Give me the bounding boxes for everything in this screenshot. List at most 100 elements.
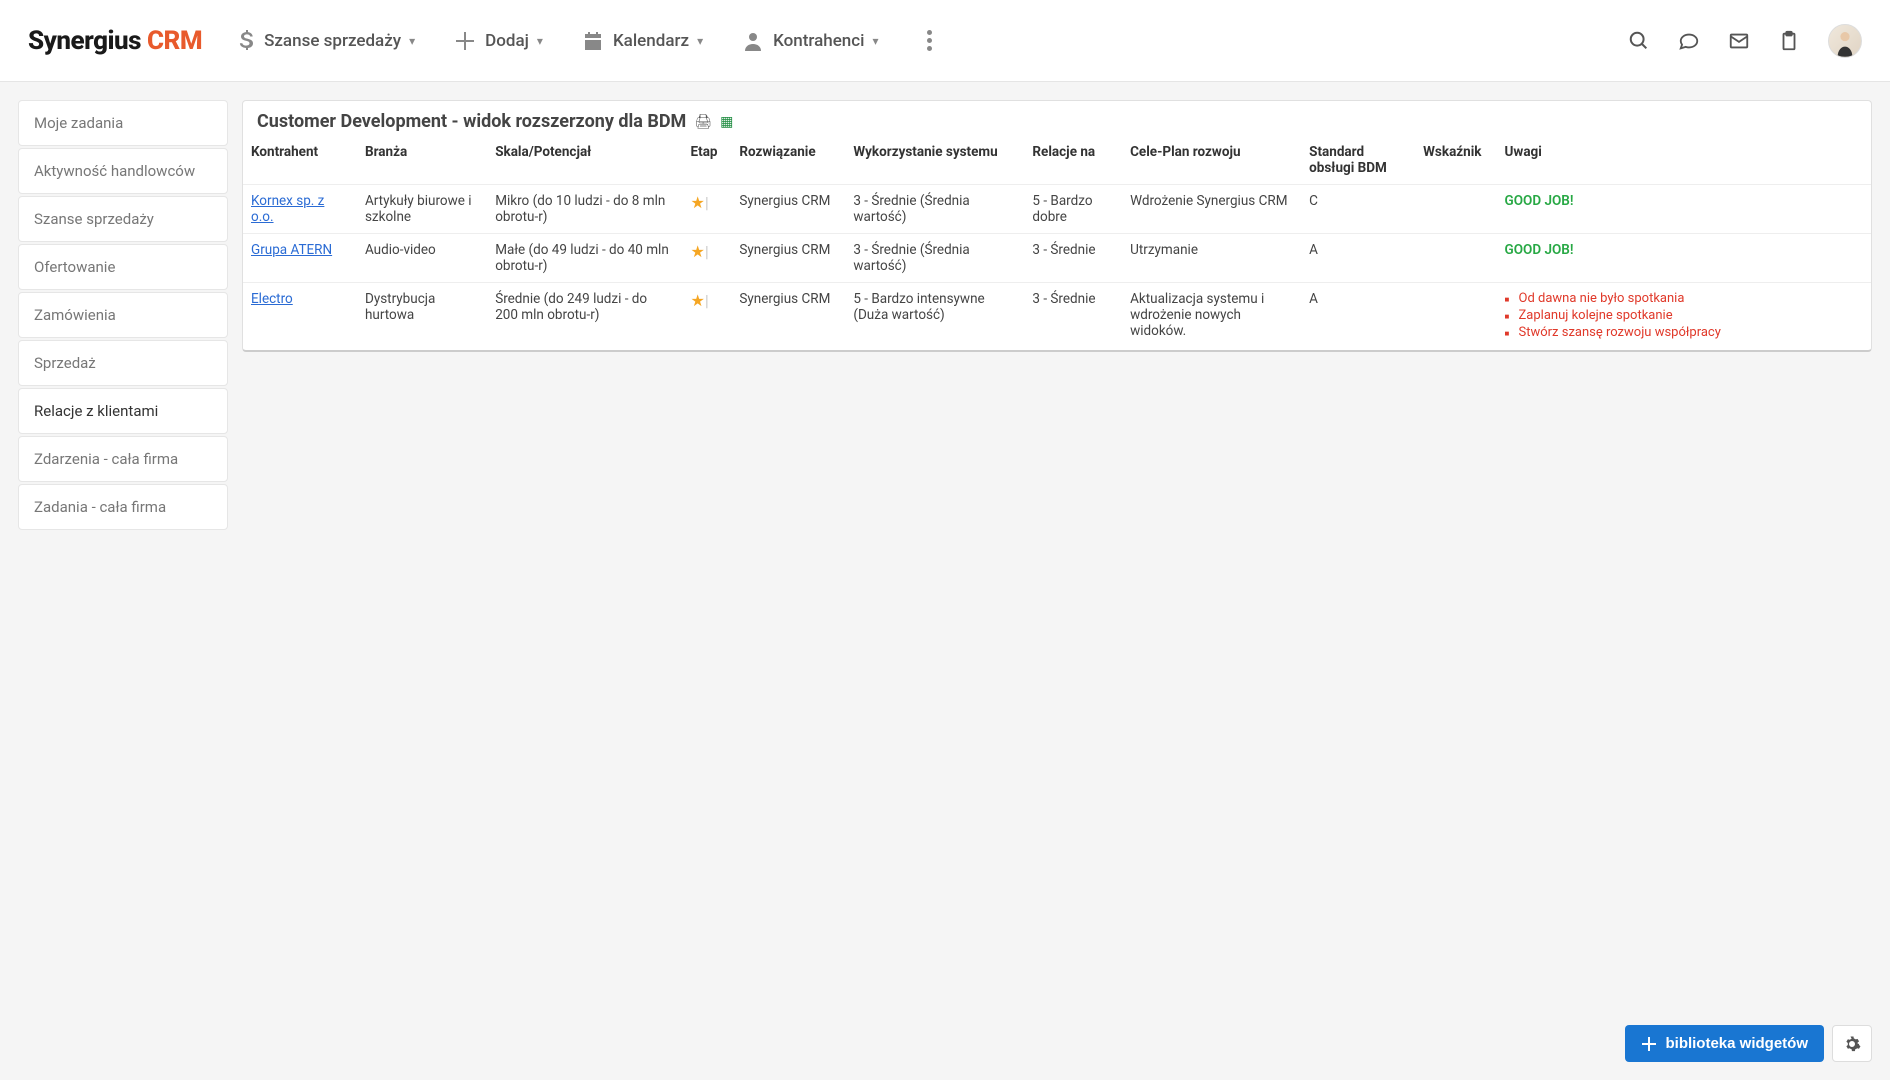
brand-suffix: CRM: [147, 26, 202, 56]
dollar-icon: [238, 30, 254, 52]
nav-label: Kalendarz: [613, 31, 689, 51]
search-icon[interactable]: [1628, 30, 1650, 52]
print-icon[interactable]: 🖨: [694, 114, 712, 130]
nav-kontrahenci[interactable]: Kontrahenci ▾: [743, 31, 878, 51]
table-row: ElectroDystrybucja hurtowaŚrednie (do 24…: [243, 283, 1871, 351]
remark-item: Stwórz szansę rozwoju współpracy: [1505, 325, 1862, 340]
cell-uwagi: GOOD JOB!: [1497, 234, 1872, 283]
cell-cele: Wdrożenie Synergius CRM: [1122, 185, 1301, 234]
widget-library-button[interactable]: biblioteka widgetów: [1625, 1025, 1824, 1062]
good-job-label: GOOD JOB!: [1505, 242, 1574, 258]
remark-item: Zaplanuj kolejne spotkanie: [1505, 308, 1862, 323]
nav-kalendarz[interactable]: Kalendarz ▾: [583, 31, 703, 51]
cell-cele: Utrzymanie: [1122, 234, 1301, 283]
col-branza[interactable]: Branża: [357, 136, 487, 185]
sidebar-item-szanse[interactable]: Szanse sprzedaży: [18, 196, 228, 242]
cell-etap: ★|: [683, 234, 732, 283]
col-wskaznik[interactable]: Wskaźnik: [1415, 136, 1496, 185]
cell-rozwiazanie: Synergius CRM: [731, 283, 845, 351]
cell-wykorzystanie: 3 - Średnie (Średnia wartość): [845, 234, 1024, 283]
col-uwagi[interactable]: Uwagi: [1497, 136, 1872, 185]
cell-etap: ★|: [683, 283, 732, 351]
clipboard-icon[interactable]: [1778, 30, 1800, 52]
table-header-row: Kontrahent Branża Skala/Potencjał Etap R…: [243, 136, 1871, 185]
good-job-label: GOOD JOB!: [1505, 193, 1574, 209]
sidebar-item-ofertowanie[interactable]: Ofertowanie: [18, 244, 228, 290]
cell-relacje: 5 - Bardzo dobre: [1024, 185, 1122, 234]
cell-skala: Średnie (do 249 ludzi - do 200 mln obrot…: [487, 283, 682, 351]
cell-wskaznik: [1415, 185, 1496, 234]
sidebar-item-zamowienia[interactable]: Zamówienia: [18, 292, 228, 338]
sidebar-item-relacje[interactable]: Relacje z klientami: [18, 388, 228, 434]
person-icon: [743, 31, 763, 51]
cell-standard: A: [1301, 234, 1415, 283]
data-table: Kontrahent Branża Skala/Potencjał Etap R…: [243, 136, 1871, 350]
cell-wykorzystanie: 3 - Średnie (Średnia wartość): [845, 185, 1024, 234]
cell-rozwiazanie: Synergius CRM: [731, 234, 845, 283]
nav-label: Kontrahenci: [773, 31, 864, 51]
star-outline-icon: |: [705, 242, 709, 261]
cell-wskaznik: [1415, 283, 1496, 351]
sidebar-item-aktywnosc[interactable]: Aktywność handlowców: [18, 148, 228, 194]
cell-skala: Małe (do 49 ludzi - do 40 mln obrotu-r): [487, 234, 682, 283]
cell-relacje: 3 - Średnie: [1024, 283, 1122, 351]
fab-label: biblioteka widgetów: [1665, 1035, 1808, 1052]
panel-title: Customer Development - widok rozszerzony…: [257, 111, 686, 132]
cell-branza: Audio-video: [357, 234, 487, 283]
sidebar-item-moje-zadania[interactable]: Moje zadania: [18, 100, 228, 146]
star-icon: ★: [691, 291, 705, 310]
chevron-down-icon: ▾: [872, 34, 878, 48]
table-row: Kornex sp. z o.o. Artykuły biurowe i szko…: [243, 185, 1871, 234]
main-nav: Szanse sprzedaży ▾ Dodaj ▾ Kalendarz ▾ K…: [238, 30, 931, 52]
col-skala[interactable]: Skala/Potencjał: [487, 136, 682, 185]
remark-item: Od dawna nie było spotkania: [1505, 291, 1862, 306]
col-relacje[interactable]: Relacje na: [1024, 136, 1122, 185]
topbar: Synergius CRM Szanse sprzedaży ▾ Dodaj ▾…: [0, 0, 1890, 82]
chat-icon[interactable]: [1678, 30, 1700, 52]
col-wykorzystanie[interactable]: Wykorzystanie systemu: [845, 136, 1024, 185]
cell-wykorzystanie: 5 - Bardzo intensywne (Duża wartość): [845, 283, 1024, 351]
kontrahent-link[interactable]: Electro: [251, 291, 293, 307]
mail-icon[interactable]: [1728, 30, 1750, 52]
star-icon: ★: [691, 193, 705, 212]
sidebar: Moje zadania Aktywność handlowców Szanse…: [18, 100, 228, 530]
sidebar-item-sprzedaz[interactable]: Sprzedaż: [18, 340, 228, 386]
kontrahent-link[interactable]: Grupa ATERN: [251, 242, 332, 258]
settings-button[interactable]: [1832, 1025, 1872, 1062]
chevron-down-icon: ▾: [537, 34, 543, 48]
plus-icon: [455, 31, 475, 51]
kontrahent-link[interactable]: Kornex sp. z o.o.: [251, 193, 324, 225]
star-outline-icon: |: [705, 193, 709, 212]
excel-icon[interactable]: ▦: [720, 114, 733, 130]
chevron-down-icon: ▾: [697, 34, 703, 48]
cell-relacje: 3 - Średnie: [1024, 234, 1122, 283]
col-standard[interactable]: Standard obsługi BDM: [1301, 136, 1415, 185]
col-etap[interactable]: Etap: [683, 136, 732, 185]
cell-skala: Mikro (do 10 ludzi - do 8 mln obrotu-r): [487, 185, 682, 234]
nav-label: Szanse sprzedaży: [264, 31, 401, 51]
cell-uwagi: GOOD JOB!: [1497, 185, 1872, 234]
cell-standard: A: [1301, 283, 1415, 351]
calendar-icon: [583, 31, 603, 51]
chevron-down-icon: ▾: [409, 34, 415, 48]
more-menu[interactable]: [927, 30, 932, 51]
panel: Customer Development - widok rozszerzony…: [242, 100, 1872, 352]
star-icon: ★: [691, 242, 705, 261]
col-kontrahent[interactable]: Kontrahent: [243, 136, 357, 185]
brand-name: Synergius: [28, 26, 141, 56]
sidebar-item-zadania-firma[interactable]: Zadania - cała firma: [18, 484, 228, 530]
star-outline-icon: |: [705, 291, 709, 310]
topbar-actions: [1628, 24, 1862, 58]
cell-standard: C: [1301, 185, 1415, 234]
fab-row: biblioteka widgetów: [1625, 1025, 1872, 1062]
cell-branza: Artykuły biurowe i szkolne: [357, 185, 487, 234]
avatar[interactable]: [1828, 24, 1862, 58]
cell-uwagi: Od dawna nie było spotkania Zaplanuj kole…: [1497, 283, 1872, 351]
sidebar-item-zdarzenia[interactable]: Zdarzenia - cała firma: [18, 436, 228, 482]
col-cele[interactable]: Cele-Plan rozwoju: [1122, 136, 1301, 185]
col-rozwiazanie[interactable]: Rozwiązanie: [731, 136, 845, 185]
nav-szanse[interactable]: Szanse sprzedaży ▾: [238, 30, 415, 52]
nav-dodaj[interactable]: Dodaj ▾: [455, 31, 543, 51]
cell-cele: Aktualizacja systemu i wdrożenie nowych …: [1122, 283, 1301, 351]
cell-wskaznik: [1415, 234, 1496, 283]
